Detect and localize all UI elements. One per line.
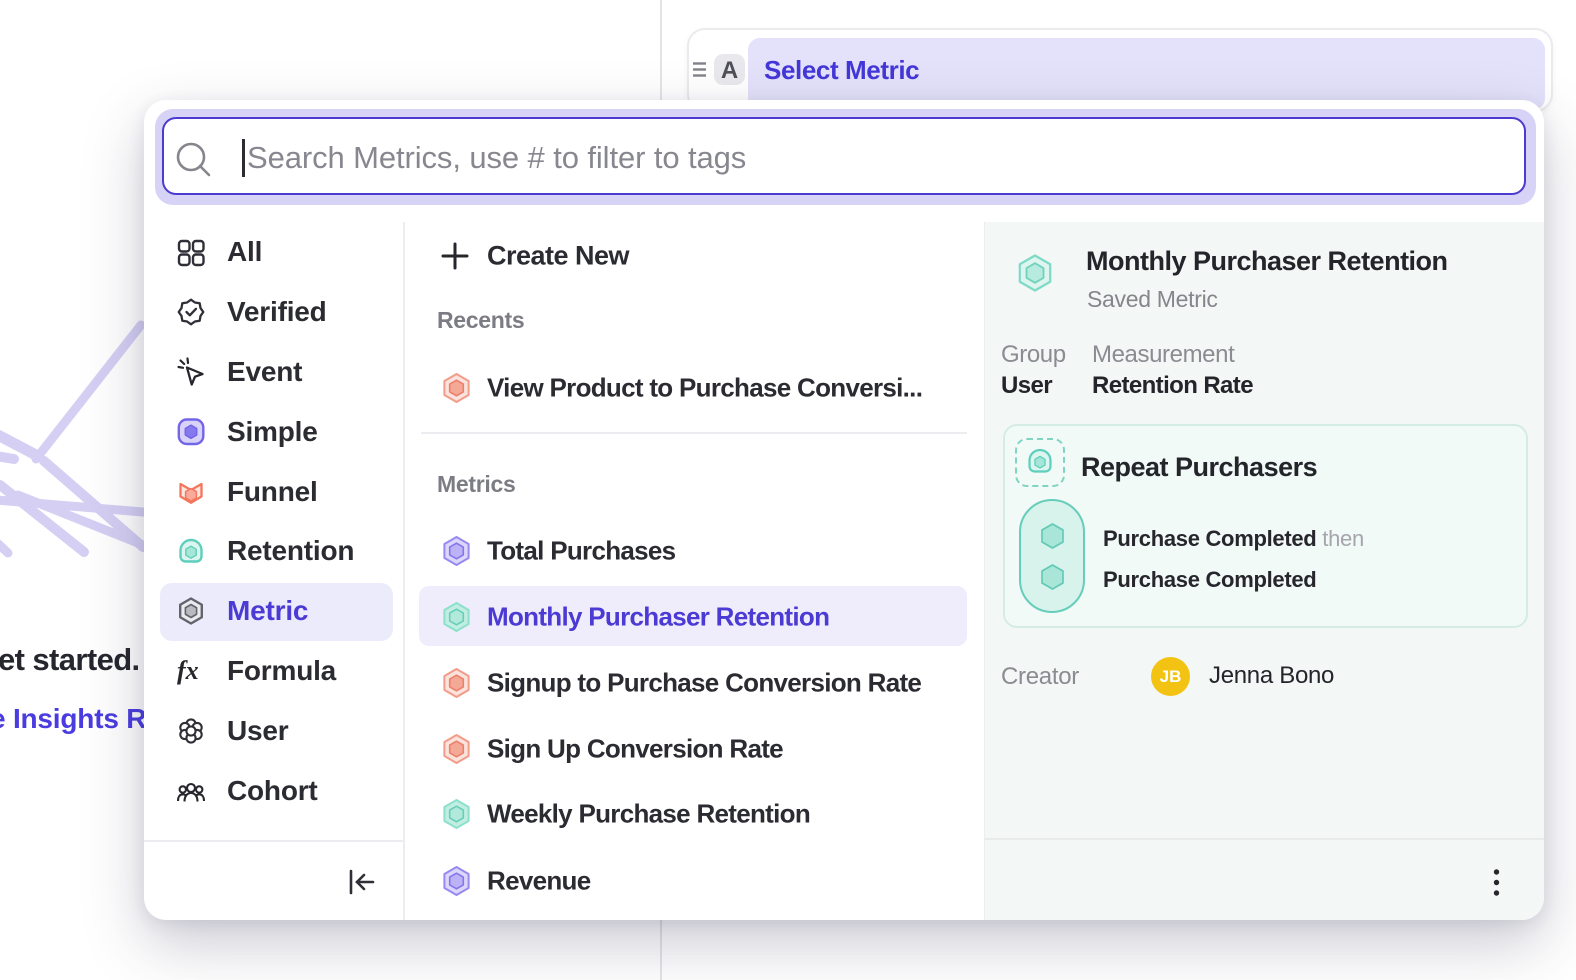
svg-text:fx: fx — [177, 656, 199, 685]
